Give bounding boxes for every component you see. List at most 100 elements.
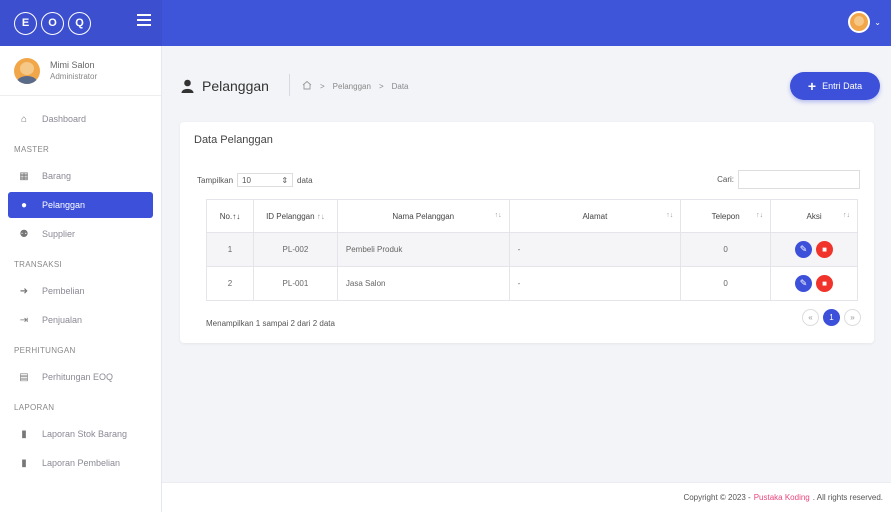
footer-brand-link[interactable]: Pustaka Koding bbox=[754, 493, 810, 502]
sidebar-item-label: Pelanggan bbox=[42, 200, 86, 210]
pencil-icon: ✎ bbox=[799, 244, 808, 254]
users-icon: ⚉ bbox=[19, 228, 29, 240]
user-icon: ● bbox=[20, 199, 28, 211]
breadcrumb-item-data: Data bbox=[391, 81, 409, 91]
sidebar-item-label: Supplier bbox=[42, 229, 76, 239]
edit-button[interactable]: ✎ bbox=[795, 241, 813, 258]
table-header-row: No.↑↓ ID Pelanggan ↑↓ Nama Pelanggan ↑↓ A… bbox=[206, 199, 858, 233]
chevron-down-icon: ⌄ bbox=[874, 17, 881, 27]
sidebar-item-label: Dashboard bbox=[42, 114, 87, 124]
sidebar-profile: Mimi Salon Administrator bbox=[0, 46, 161, 96]
pagination-next[interactable]: » bbox=[844, 309, 861, 326]
table-row: 2 PL-001 Jasa Salon - 0 ✎ ■ bbox=[206, 266, 858, 301]
page-title-text: Pelanggan bbox=[202, 78, 269, 94]
column-header-no[interactable]: No.↑↓ bbox=[206, 199, 254, 233]
cell-no: 2 bbox=[206, 266, 254, 301]
entri-data-button[interactable]: + Entri Data bbox=[790, 72, 880, 100]
file-icon: ▮ bbox=[21, 428, 27, 440]
cell-nama: Jasa Salon bbox=[336, 266, 510, 301]
cell-alamat: - bbox=[508, 266, 682, 301]
profile-name: Mimi Salon bbox=[50, 59, 95, 70]
footer-suffix: . All rights reserved. bbox=[812, 493, 883, 502]
sort-icon: ↑↓ bbox=[843, 211, 850, 219]
footer: Copyright © 2023 - Pustaka Koding . All … bbox=[162, 482, 891, 512]
sort-icon: ↑↓ bbox=[232, 211, 241, 221]
cell-id: PL-002 bbox=[252, 232, 338, 267]
delete-button[interactable]: ■ bbox=[816, 275, 834, 292]
page-title: Pelanggan bbox=[181, 78, 269, 94]
search-control: Cari: bbox=[717, 170, 860, 189]
sidebar-item-dashboard[interactable]: ⌂ Dashboard bbox=[8, 106, 153, 132]
trash-icon: ■ bbox=[822, 279, 827, 288]
logo-letter-o: O bbox=[41, 11, 64, 35]
section-transaksi: TRANSAKSI bbox=[14, 260, 63, 269]
menu-toggle-icon[interactable] bbox=[137, 14, 151, 30]
page-length-control: Tampilkan 10 ⇕ data bbox=[197, 173, 313, 187]
sidebar-item-pelanggan[interactable]: ● Pelanggan bbox=[8, 192, 153, 218]
breadcrumb-separator-icon: > bbox=[320, 81, 325, 91]
breadcrumb: > Pelanggan > Data bbox=[302, 80, 417, 92]
box-icon: ▦ bbox=[19, 170, 29, 182]
divider bbox=[289, 74, 290, 96]
sidebar-item-label: Laporan Pembelian bbox=[42, 458, 121, 468]
user-menu[interactable]: ⌄ bbox=[848, 11, 881, 33]
pagination-prev[interactable]: « bbox=[802, 309, 819, 326]
home-icon[interactable] bbox=[302, 80, 312, 92]
cell-nama: Pembeli Produk bbox=[336, 232, 510, 267]
sidebar-item-label: Pembelian bbox=[42, 286, 85, 296]
page-length-select[interactable]: 10 ⇕ bbox=[237, 173, 294, 187]
breadcrumb-item-pelanggan[interactable]: Pelanggan bbox=[333, 82, 371, 91]
section-perhitungan: PERHITUNGAN bbox=[14, 346, 76, 355]
show-suffix: data bbox=[297, 175, 313, 185]
table-info: Menampilkan 1 sampai 2 dari 2 data bbox=[206, 319, 335, 328]
column-header-alamat[interactable]: Alamat ↑↓ bbox=[508, 199, 682, 233]
file-import-icon: ▮ bbox=[21, 457, 27, 469]
cell-no: 1 bbox=[206, 232, 254, 267]
footer-prefix: Copyright © 2023 - bbox=[683, 493, 751, 502]
user-avatar bbox=[848, 11, 871, 33]
pelanggan-table: No.↑↓ ID Pelanggan ↑↓ Nama Pelanggan ↑↓ A… bbox=[206, 199, 858, 301]
section-laporan: LAPORAN bbox=[14, 403, 55, 412]
sidebar-item-penjualan[interactable]: ⇥ Penjualan bbox=[8, 307, 153, 333]
user-icon bbox=[181, 79, 195, 93]
cell-aksi: ✎ ■ bbox=[770, 232, 858, 267]
column-header-id[interactable]: ID Pelanggan ↑↓ bbox=[252, 199, 338, 233]
profile-role: Administrator bbox=[50, 71, 98, 81]
plus-icon: + bbox=[807, 78, 817, 94]
sidebar-item-supplier[interactable]: ⚉ Supplier bbox=[8, 221, 153, 247]
top-navbar: E O Q ⌄ bbox=[0, 0, 891, 46]
sort-icon: ↑↓ bbox=[494, 211, 502, 219]
page-header: Pelanggan > Pelanggan > Data + Entri Dat… bbox=[162, 46, 891, 126]
entri-data-label: Entri Data bbox=[822, 81, 863, 91]
pagination-page-1[interactable]: 1 bbox=[823, 309, 840, 326]
sidebar-item-laporan-pembelian[interactable]: ▮ Laporan Pembelian bbox=[8, 450, 153, 476]
delete-button[interactable]: ■ bbox=[816, 241, 834, 258]
sidebar-item-perhitungan-eoq[interactable]: ▤ Perhitungan EOQ bbox=[8, 364, 153, 390]
column-header-aksi[interactable]: Aksi ↑↓ bbox=[770, 199, 858, 233]
cell-aksi: ✎ ■ bbox=[770, 266, 858, 301]
cell-telepon: 0 bbox=[680, 232, 772, 267]
edit-button[interactable]: ✎ bbox=[795, 275, 813, 292]
breadcrumb-separator-icon: > bbox=[378, 81, 384, 91]
sidebar: Mimi Salon Administrator ⌂ Dashboard MAS… bbox=[0, 46, 162, 512]
calculator-icon: ▤ bbox=[19, 371, 29, 383]
card-title: Data Pelanggan bbox=[194, 134, 273, 146]
sidebar-item-laporan-stok[interactable]: ▮ Laporan Stok Barang bbox=[8, 421, 153, 447]
home-icon: ⌂ bbox=[20, 113, 28, 125]
sort-icon: ↑↓ bbox=[756, 211, 764, 219]
search-input[interactable] bbox=[738, 170, 860, 189]
sidebar-item-label: Laporan Stok Barang bbox=[42, 429, 128, 439]
column-header-nama[interactable]: Nama Pelanggan ↑↓ bbox=[336, 199, 510, 233]
show-prefix: Tampilkan bbox=[197, 175, 234, 185]
sort-icon: ↑↓ bbox=[316, 211, 325, 221]
sidebar-item-label: Barang bbox=[42, 171, 72, 181]
sidebar-item-pembelian[interactable]: ➜ Pembelian bbox=[8, 278, 153, 304]
data-card: Data Pelanggan Tampilkan 10 ⇕ data Cari:… bbox=[180, 122, 874, 343]
search-label: Cari: bbox=[717, 175, 734, 184]
sidebar-item-label: Perhitungan EOQ bbox=[42, 372, 114, 382]
sidebar-item-barang[interactable]: ▦ Barang bbox=[8, 163, 153, 189]
table-row: 1 PL-002 Pembeli Produk - 0 ✎ ■ bbox=[206, 232, 858, 267]
pencil-icon: ✎ bbox=[799, 278, 808, 288]
column-header-telepon[interactable]: Telepon ↑↓ bbox=[680, 199, 772, 233]
avatar bbox=[14, 57, 40, 84]
